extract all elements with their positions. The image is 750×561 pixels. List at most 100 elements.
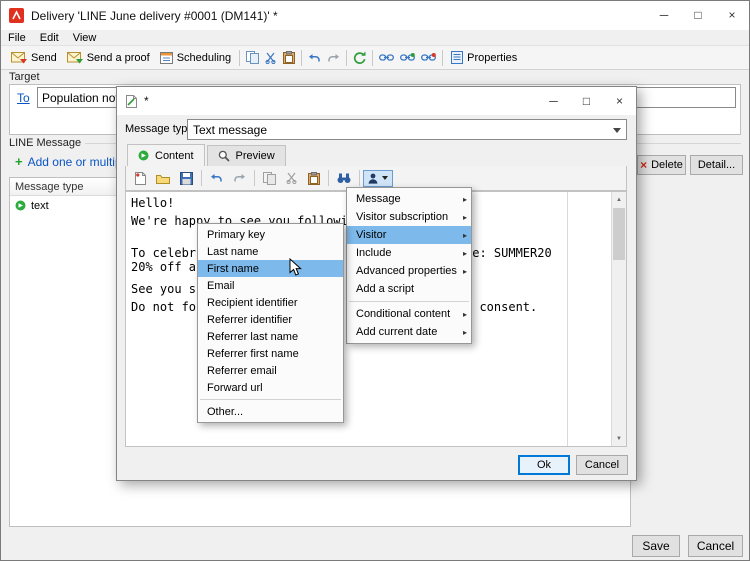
- find-button[interactable]: [332, 170, 356, 187]
- window-title: Delivery 'LINE June delivery #0001 (DM14…: [31, 8, 278, 23]
- visitor-submenu: Primary key Last name First name Email R…: [197, 223, 344, 423]
- menu-item-label: Referrer first name: [207, 347, 299, 360]
- redo-button[interactable]: [324, 51, 343, 65]
- close-icon: ×: [615, 93, 623, 108]
- properties-button[interactable]: Properties: [446, 49, 522, 66]
- dialog-cancel-label: Cancel: [584, 459, 620, 471]
- menu-item-email[interactable]: Email: [198, 277, 343, 294]
- menu-item-include[interactable]: Include ▸: [347, 244, 471, 262]
- send-icon: [11, 51, 27, 63]
- window-controls: ─ □ ×: [647, 1, 749, 29]
- main-titlebar[interactable]: Delivery 'LINE June delivery #0001 (DM14…: [1, 1, 749, 30]
- message-type-select[interactable]: Text message: [187, 119, 627, 140]
- tab-preview[interactable]: Preview: [206, 145, 286, 166]
- tab-preview-label: Preview: [235, 150, 275, 162]
- menu-item-last-name[interactable]: Last name: [198, 243, 343, 260]
- scheduling-button[interactable]: Scheduling: [155, 49, 236, 66]
- send-proof-button[interactable]: Send a proof: [62, 50, 155, 66]
- binoculars-icon: [337, 173, 351, 183]
- menu-item-other[interactable]: Other...: [198, 403, 343, 420]
- ok-button[interactable]: Ok: [518, 455, 570, 475]
- link-remove-button[interactable]: [418, 51, 439, 64]
- menu-item-conditional-content[interactable]: Conditional content ▸: [347, 305, 471, 323]
- editor-redo-button[interactable]: [228, 170, 251, 186]
- menu-item-referrer-first-name[interactable]: Referrer first name: [198, 345, 343, 362]
- menu-edit[interactable]: Edit: [33, 32, 66, 44]
- scroll-down-button[interactable]: ▼: [612, 431, 626, 446]
- minimize-button[interactable]: ─: [647, 1, 681, 29]
- menu-item-referrer-last-name[interactable]: Referrer last name: [198, 328, 343, 345]
- menu-item-first-name[interactable]: First name: [198, 260, 343, 277]
- open-button[interactable]: [151, 170, 175, 187]
- dialog-window-controls: ─ □ ×: [537, 87, 636, 114]
- menu-item-label: Advanced properties: [356, 265, 457, 277]
- menu-item-primary-key[interactable]: Primary key: [198, 226, 343, 243]
- editor-undo-button[interactable]: [205, 170, 228, 186]
- menu-item-add-current-date[interactable]: Add current date ▸: [347, 323, 471, 341]
- menu-item-visitor-subscription[interactable]: Visitor subscription ▸: [347, 208, 471, 226]
- submenu-arrow-icon: ▸: [462, 266, 467, 276]
- menu-item-add-a-script[interactable]: Add a script: [347, 280, 471, 298]
- scroll-up-button[interactable]: ▲: [612, 192, 626, 207]
- magnifier-icon: [218, 150, 230, 162]
- to-link[interactable]: To: [17, 91, 30, 105]
- menu-view[interactable]: View: [66, 32, 104, 44]
- toolbar-separator: [442, 49, 444, 66]
- new-document-button[interactable]: [130, 169, 151, 188]
- dialog-minimize-button[interactable]: ─: [537, 87, 570, 114]
- insert-menu: Message ▸ Visitor subscription ▸ Visitor…: [346, 187, 472, 344]
- maximize-icon: □: [582, 93, 591, 108]
- editor-copy-button[interactable]: [258, 169, 281, 188]
- detail-button[interactable]: Detail...: [690, 155, 743, 175]
- tab-content[interactable]: Content: [127, 144, 205, 167]
- undo-icon: [211, 174, 222, 182]
- submenu-arrow-icon: ▸: [462, 230, 467, 240]
- send-proof-icon: [66, 51, 83, 63]
- dialog-maximize-button[interactable]: □: [570, 87, 603, 114]
- editor-cut-button[interactable]: [281, 169, 303, 187]
- link-add-button[interactable]: [397, 51, 418, 64]
- menu-item-referrer-email[interactable]: Referrer email: [198, 362, 343, 379]
- menu-item-recipient-identifier[interactable]: Recipient identifier: [198, 294, 343, 311]
- menu-item-advanced-properties[interactable]: Advanced properties ▸: [347, 262, 471, 280]
- copy-icon: [263, 171, 276, 185]
- delete-button[interactable]: × Delete: [637, 155, 686, 175]
- paste-button[interactable]: [280, 49, 298, 66]
- editor-line: t consent.: [465, 300, 538, 314]
- open-folder-icon: [156, 174, 170, 184]
- save-content-button[interactable]: [175, 169, 198, 188]
- menu-item-forward-url[interactable]: Forward url: [198, 379, 343, 396]
- chevron-down-icon: [613, 128, 621, 133]
- undo-button[interactable]: [305, 51, 324, 65]
- line-message-section-label: LINE Message: [9, 137, 82, 149]
- save-button[interactable]: Save: [632, 535, 680, 557]
- send-button[interactable]: Send: [6, 50, 62, 66]
- menu-item-visitor[interactable]: Visitor ▸: [347, 226, 471, 244]
- copy-button[interactable]: [243, 49, 262, 66]
- menu-item-label: Forward url: [207, 381, 263, 394]
- close-button[interactable]: ×: [715, 1, 749, 29]
- refresh-button[interactable]: [350, 49, 369, 66]
- menu-item-referrer-identifier[interactable]: Referrer identifier: [198, 311, 343, 328]
- dialog-close-button[interactable]: ×: [603, 87, 636, 114]
- submenu-arrow-icon: ▸: [462, 248, 467, 258]
- content-icon: [138, 150, 149, 161]
- dialog-cancel-button[interactable]: Cancel: [576, 455, 628, 475]
- editor-paste-button[interactable]: [303, 169, 325, 188]
- detail-label: Detail...: [697, 159, 736, 171]
- menu-item-label: Other...: [207, 405, 244, 418]
- link-button[interactable]: [376, 51, 397, 64]
- plus-icon: +: [15, 154, 23, 169]
- cancel-button[interactable]: Cancel: [688, 535, 743, 557]
- cancel-label: Cancel: [696, 539, 735, 553]
- editor-scrollbar[interactable]: ▲ ▼: [611, 192, 626, 446]
- editor-line: See you s: [131, 282, 197, 296]
- scroll-thumb[interactable]: [613, 208, 625, 260]
- menu-item-message[interactable]: Message ▸: [347, 190, 471, 208]
- redo-icon: [328, 53, 340, 61]
- menu-file[interactable]: File: [1, 32, 33, 44]
- cut-button[interactable]: [262, 50, 280, 66]
- maximize-button[interactable]: □: [681, 1, 715, 29]
- insert-field-button[interactable]: [363, 169, 393, 187]
- refresh-icon: [354, 51, 366, 64]
